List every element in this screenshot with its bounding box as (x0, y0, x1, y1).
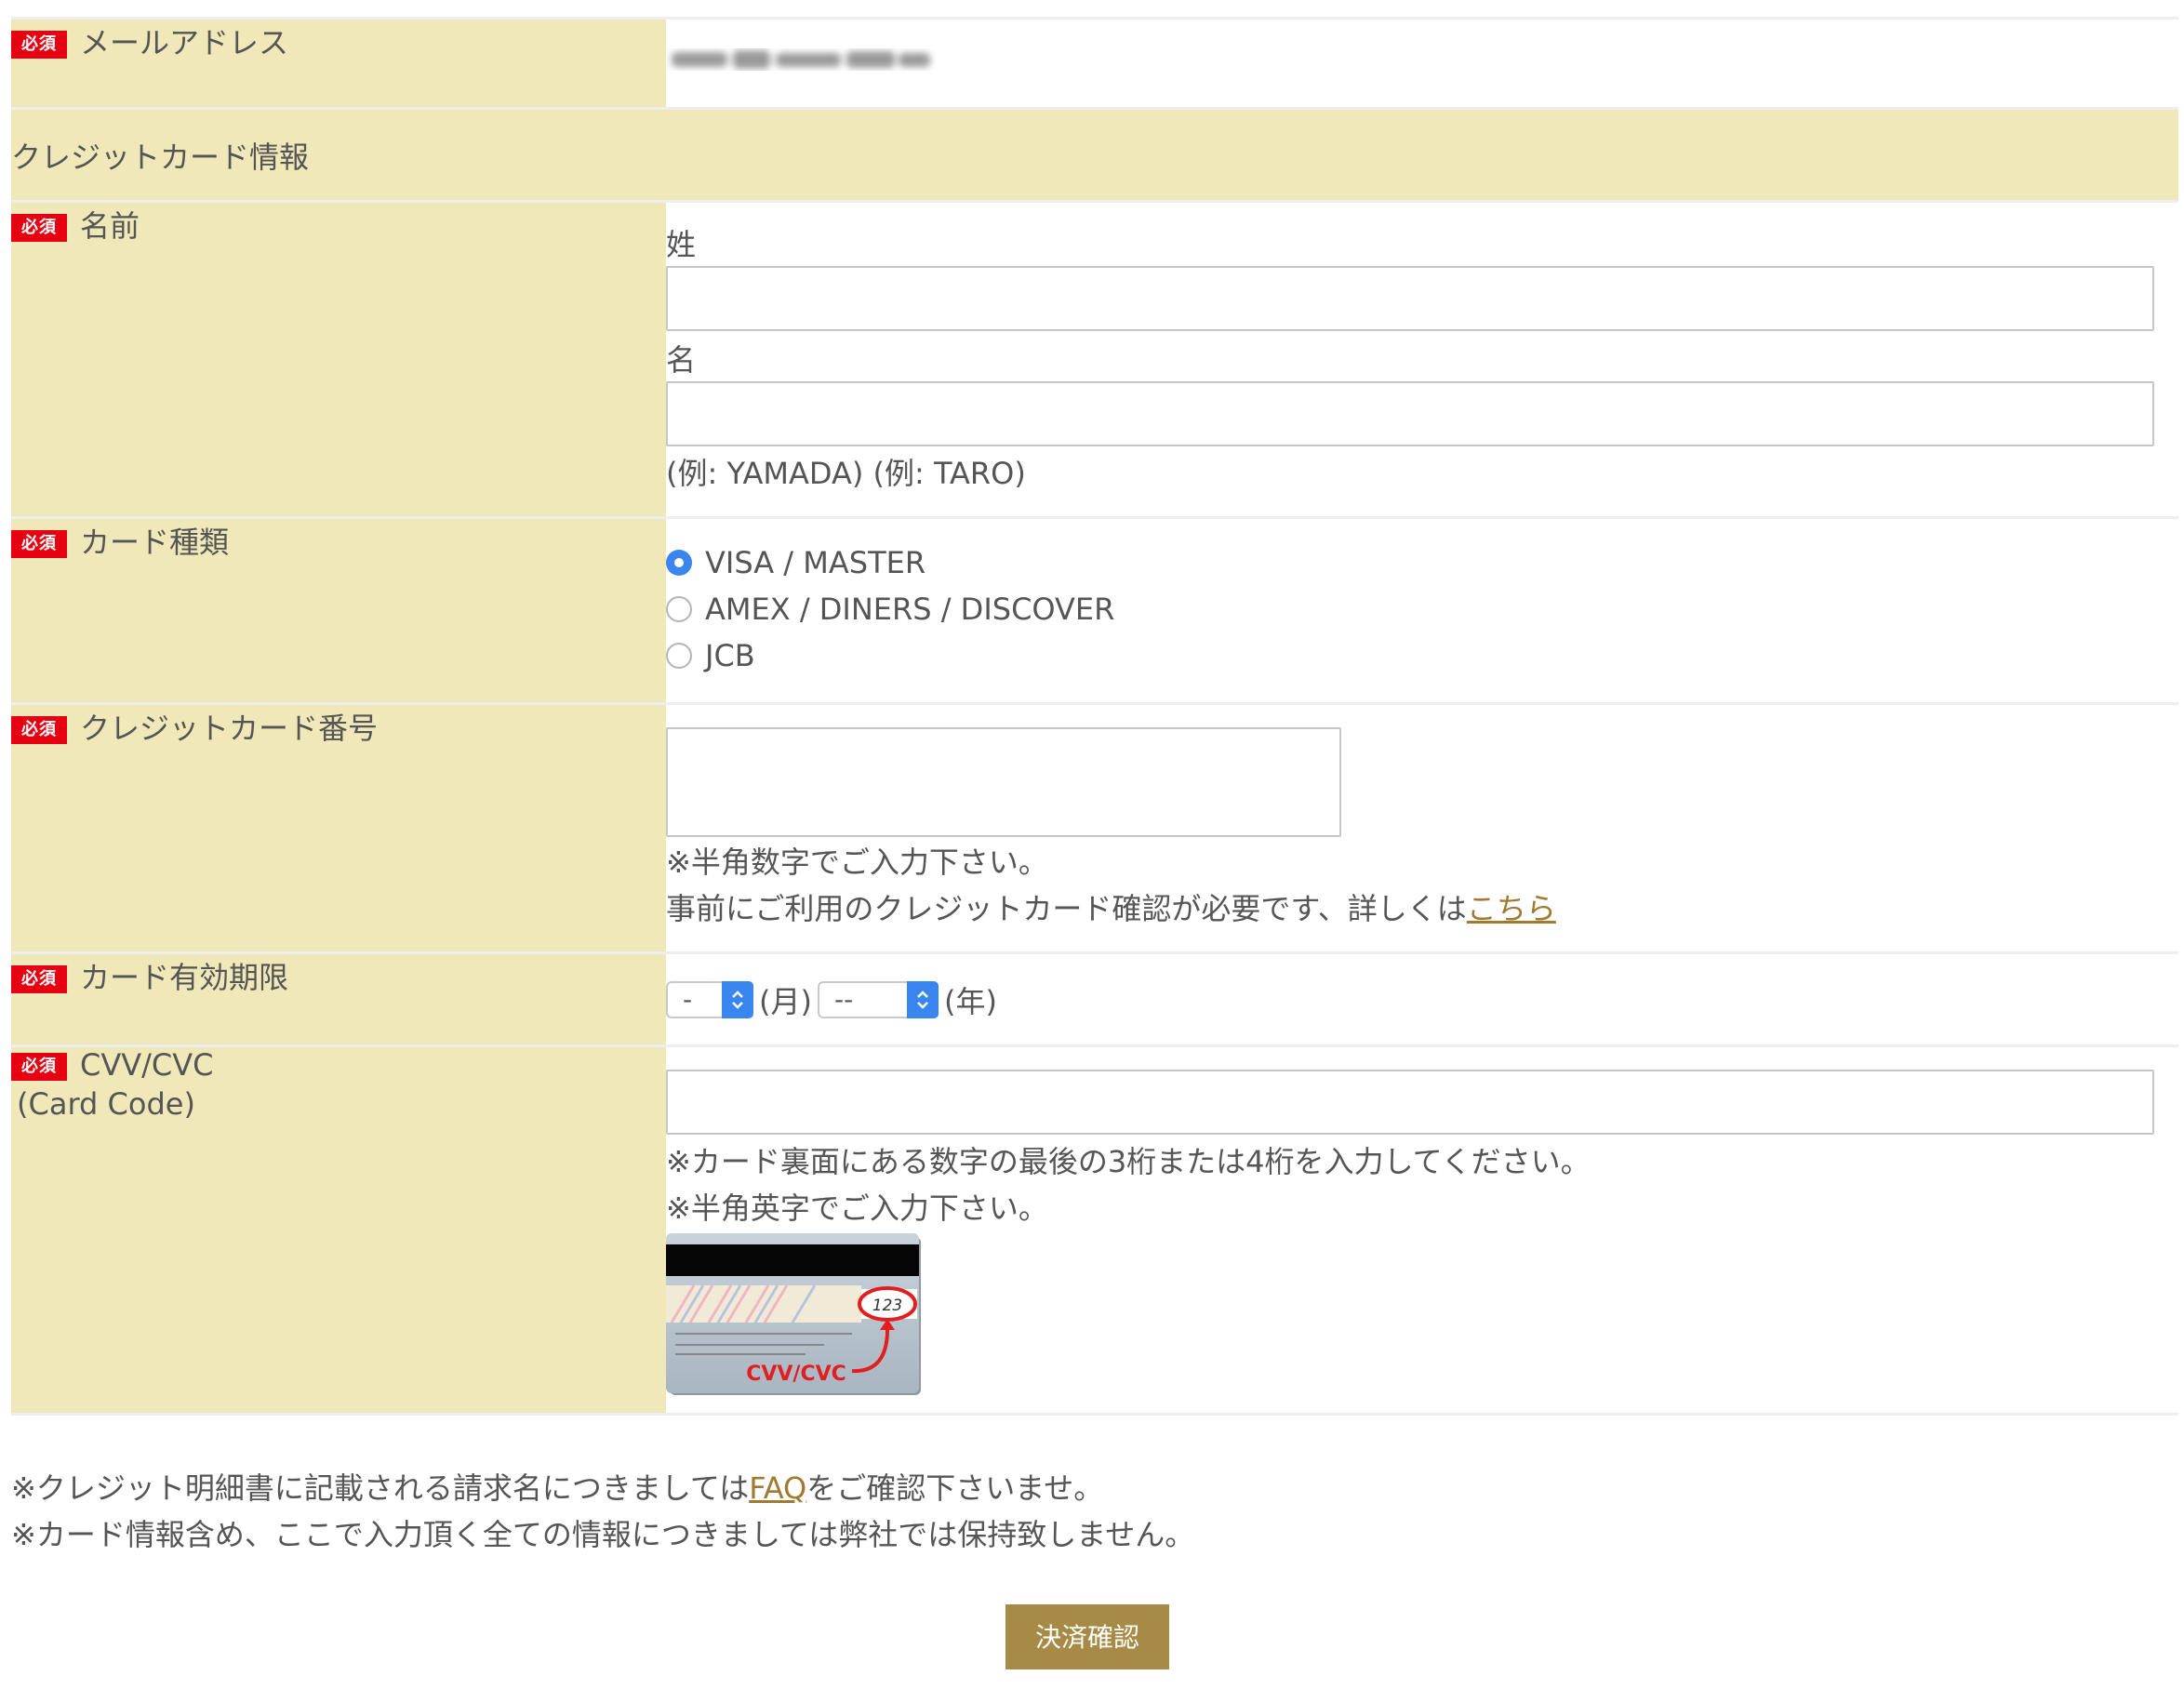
name-value-cell: 姓 名 (例: YAMADA) (例: TARO) (666, 201, 2178, 518)
expiry-month-unit: (月) (759, 983, 812, 1019)
required-badge: 必須 (11, 1053, 67, 1081)
expiry-label: カード有効期限 (80, 960, 289, 995)
card-number-note: ※半角数字でご入力下さい。 (666, 844, 1048, 880)
cvv-digits: 123 (872, 1297, 902, 1315)
cvv-label: CVV/CVC (80, 1047, 214, 1083)
name-example: (例: YAMADA) (例: TARO) (666, 456, 1026, 491)
expiry-year-select[interactable]: -- (817, 980, 939, 1018)
required-badge: 必須 (11, 530, 67, 558)
cvv-label-sub: (Card Code) (17, 1086, 195, 1122)
footer-line-2: ※カード情報含め、ここで入力頂く全ての情報につきましては弊社では保持致しません。 (11, 1517, 1195, 1552)
card-back-image: 123 CVV/CVC (666, 1233, 921, 1395)
expiry-row: 必須 カード有効期限 - (月) -- (年) (11, 952, 2178, 1046)
card-type-value-cell: VISA / MASTER AMEX / DINERS / DISCOVER J… (666, 517, 2178, 704)
select-chevron-icon (722, 980, 753, 1018)
footer-line-1-suffix: をご確認下さいませ。 (806, 1470, 1104, 1506)
faq-link[interactable]: FAQ (749, 1470, 806, 1506)
card-number-label-cell: 必須 クレジットカード番号 (11, 703, 666, 953)
expiry-month-select[interactable]: - (666, 980, 753, 1018)
card-number-info: 事前にご利用のクレジットカード確認が必要です、詳しくはこちら (666, 885, 2178, 932)
footer-line-1: ※クレジット明細書に記載される請求名につきましてはFAQをご確認下さいませ。 (11, 1465, 1194, 1511)
radio-unselected-icon[interactable] (666, 643, 692, 669)
card-type-label-cell: 必須 カード種類 (11, 517, 666, 704)
card-type-option-label: AMEX / DINERS / DISCOVER (705, 592, 1115, 627)
details-link[interactable]: こちら (1467, 891, 1556, 926)
card-number-info-text: 事前にご利用のクレジットカード確認が必要です、詳しくは (666, 891, 1467, 926)
expiry-year-value: -- (833, 984, 854, 1015)
select-chevron-icon (906, 980, 939, 1018)
radio-unselected-icon[interactable] (666, 596, 692, 622)
footer-notes: ※クレジット明細書に記載される請求名につきましてはFAQをご確認下さいませ。 ※… (11, 1465, 1194, 1558)
payment-form-page: 必須 メールアドレス クレジットカード情報 必須 名前 姓 名 (例: YAMA… (0, 0, 2184, 1689)
card-number-label: クレジットカード番号 (80, 711, 379, 746)
card-type-label: カード種類 (80, 525, 230, 560)
card-type-option-jcb[interactable]: JCB (666, 632, 2178, 679)
cvv-row: 必須 CVV/CVC (Card Code) ※カード裏面にある数字の最後の3桁ま… (11, 1045, 2178, 1415)
first-name-input[interactable] (666, 381, 2154, 446)
last-name-caption: 姓 (666, 227, 697, 262)
cvv-note: ※カード裏面にある数字の最後の3桁または4桁を入力してください。 (666, 1144, 1591, 1179)
email-label-cell: 必須 メールアドレス (11, 18, 666, 109)
cvv-input[interactable] (666, 1070, 2154, 1135)
required-badge: 必須 (11, 31, 67, 59)
cvv-value-cell: ※カード裏面にある数字の最後の3桁または4桁を入力してください。 ※半角英字でご… (666, 1045, 2178, 1415)
card-number-value-cell: ※半角数字でご入力下さい。 事前にご利用のクレジットカード確認が必要です、詳しく… (666, 703, 2178, 953)
name-row: 必須 名前 姓 名 (例: YAMADA) (例: TARO) (11, 201, 2178, 518)
cvv-note-2: ※半角英字でご入力下さい。 (666, 1190, 1048, 1226)
last-name-input[interactable] (666, 266, 2154, 331)
expiry-month-value: - (683, 984, 693, 1015)
section-title: クレジットカード情報 (11, 108, 2178, 202)
card-type-row: 必須 カード種類 VISA / MASTER AMEX / DINERS / DI… (11, 517, 2178, 704)
blurred-email-image (672, 50, 930, 69)
payment-form: 必須 メールアドレス クレジットカード情報 必須 名前 姓 名 (例: YAMA… (11, 17, 2178, 1416)
card-type-option-visa[interactable]: VISA / MASTER (666, 539, 2178, 586)
card-type-option-amex[interactable]: AMEX / DINERS / DISCOVER (666, 586, 2178, 632)
cvv-label-cell: 必須 CVV/CVC (Card Code) (11, 1045, 666, 1415)
name-label-cell: 必須 名前 (11, 201, 666, 518)
card-type-option-label: VISA / MASTER (705, 545, 926, 580)
radio-selected-icon[interactable] (666, 550, 692, 576)
expiry-year-unit: (年) (943, 983, 997, 1019)
required-badge: 必須 (11, 214, 67, 242)
confirm-payment-button[interactable]: 決済確認 (1005, 1604, 1169, 1669)
card-number-row: 必須 クレジットカード番号 ※半角数字でご入力下さい。 事前にご利用のクレジットカ… (11, 703, 2178, 953)
email-row: 必須 メールアドレス (11, 18, 2178, 109)
card-number-input[interactable] (666, 727, 1341, 837)
required-badge: 必須 (11, 965, 67, 993)
section-row: クレジットカード情報 (11, 108, 2178, 202)
email-value-cell (666, 18, 2178, 109)
card-type-option-label: JCB (705, 638, 755, 673)
email-label: メールアドレス (80, 25, 289, 60)
expiry-label-cell: 必須 カード有効期限 (11, 952, 666, 1046)
name-label: 名前 (80, 208, 140, 244)
first-name-caption: 名 (666, 342, 697, 378)
footer-line-1-prefix: ※クレジット明細書に記載される請求名につきましては (11, 1470, 750, 1506)
expiry-value-cell: - (月) -- (年) (666, 952, 2178, 1046)
required-badge: 必須 (11, 716, 67, 744)
cvv-image-caption: CVV/CVC (746, 1363, 846, 1386)
